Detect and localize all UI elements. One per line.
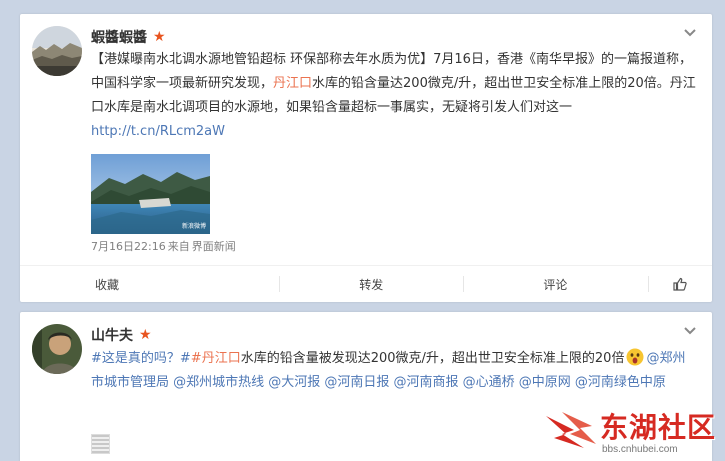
username-text[interactable]: 蝦醬蝦醬 bbox=[91, 27, 147, 47]
favorite-button[interactable]: 收藏 bbox=[20, 266, 279, 302]
watermark-brand: 东湖社区 bbox=[600, 411, 717, 444]
comment-button[interactable]: 评论 bbox=[463, 266, 647, 302]
post-link[interactable]: #这是真的吗？# bbox=[91, 351, 191, 366]
comment-label: 评论 bbox=[543, 277, 568, 292]
watermark-url: bbs.cnhubei.com bbox=[602, 444, 678, 455]
star-icon: ★ bbox=[153, 29, 166, 45]
site-logo-icon bbox=[546, 412, 596, 448]
post-text-segment: 水库的铅含量被发现达200微克/升，超出世卫安全标准上限的20倍 bbox=[240, 351, 625, 366]
weibo-post-1: 蝦醬蝦醬 ★ 【港媒曝南水北调水源地管铅超标 环保部称去年水质为优】7月16日，… bbox=[20, 14, 712, 302]
username[interactable]: 山牛夫 ★ bbox=[91, 325, 152, 345]
site-watermark: 东湖社区 bbs.cnhubei.com bbox=[540, 404, 725, 461]
post-link[interactable]: http://t.cn/RLcm2aW bbox=[91, 124, 225, 139]
avatar-image bbox=[32, 26, 82, 76]
username-text[interactable]: 山牛夫 bbox=[91, 325, 133, 345]
avatar[interactable] bbox=[32, 26, 82, 76]
post-source[interactable]: 界面新闻 bbox=[192, 238, 236, 254]
action-bar: 收藏 转发 评论 bbox=[20, 266, 712, 302]
keyword-highlight[interactable]: #丹江口 bbox=[191, 351, 241, 366]
thumbs-up-icon bbox=[673, 277, 687, 291]
repost-button[interactable]: 转发 bbox=[279, 266, 463, 302]
username[interactable]: 蝦醬蝦醬 ★ bbox=[91, 27, 166, 47]
avatar[interactable] bbox=[32, 324, 82, 374]
chevron-down-icon[interactable] bbox=[682, 26, 698, 38]
star-icon: ★ bbox=[139, 327, 152, 343]
post-text: 【港媒曝南水北调水源地管铅超标 环保部称去年水质为优】7月16日，香港《南华早报… bbox=[91, 48, 697, 144]
post-time[interactable]: 7月16日22:16 bbox=[91, 238, 166, 254]
post-meta: 7月16日22:16 来自 界面新闻 bbox=[91, 238, 236, 254]
image-watermark: 新浪微博 bbox=[181, 223, 206, 230]
post-text: #这是真的吗？##丹江口水库的铅含量被发现达200微克/升，超出世卫安全标准上限… bbox=[91, 347, 697, 395]
post-image-thumbnail[interactable] bbox=[91, 434, 110, 454]
keyword-highlight[interactable]: 丹江口 bbox=[273, 76, 312, 91]
favorite-label: 收藏 bbox=[95, 277, 120, 292]
post-image[interactable]: 新浪微博 bbox=[91, 154, 210, 234]
like-button[interactable] bbox=[647, 266, 712, 302]
chevron-down-icon[interactable] bbox=[682, 324, 698, 336]
surprised-emoji-icon bbox=[626, 348, 644, 366]
repost-label: 转发 bbox=[359, 277, 384, 292]
from-label: 来自 bbox=[167, 240, 190, 253]
avatar-image bbox=[32, 324, 82, 374]
